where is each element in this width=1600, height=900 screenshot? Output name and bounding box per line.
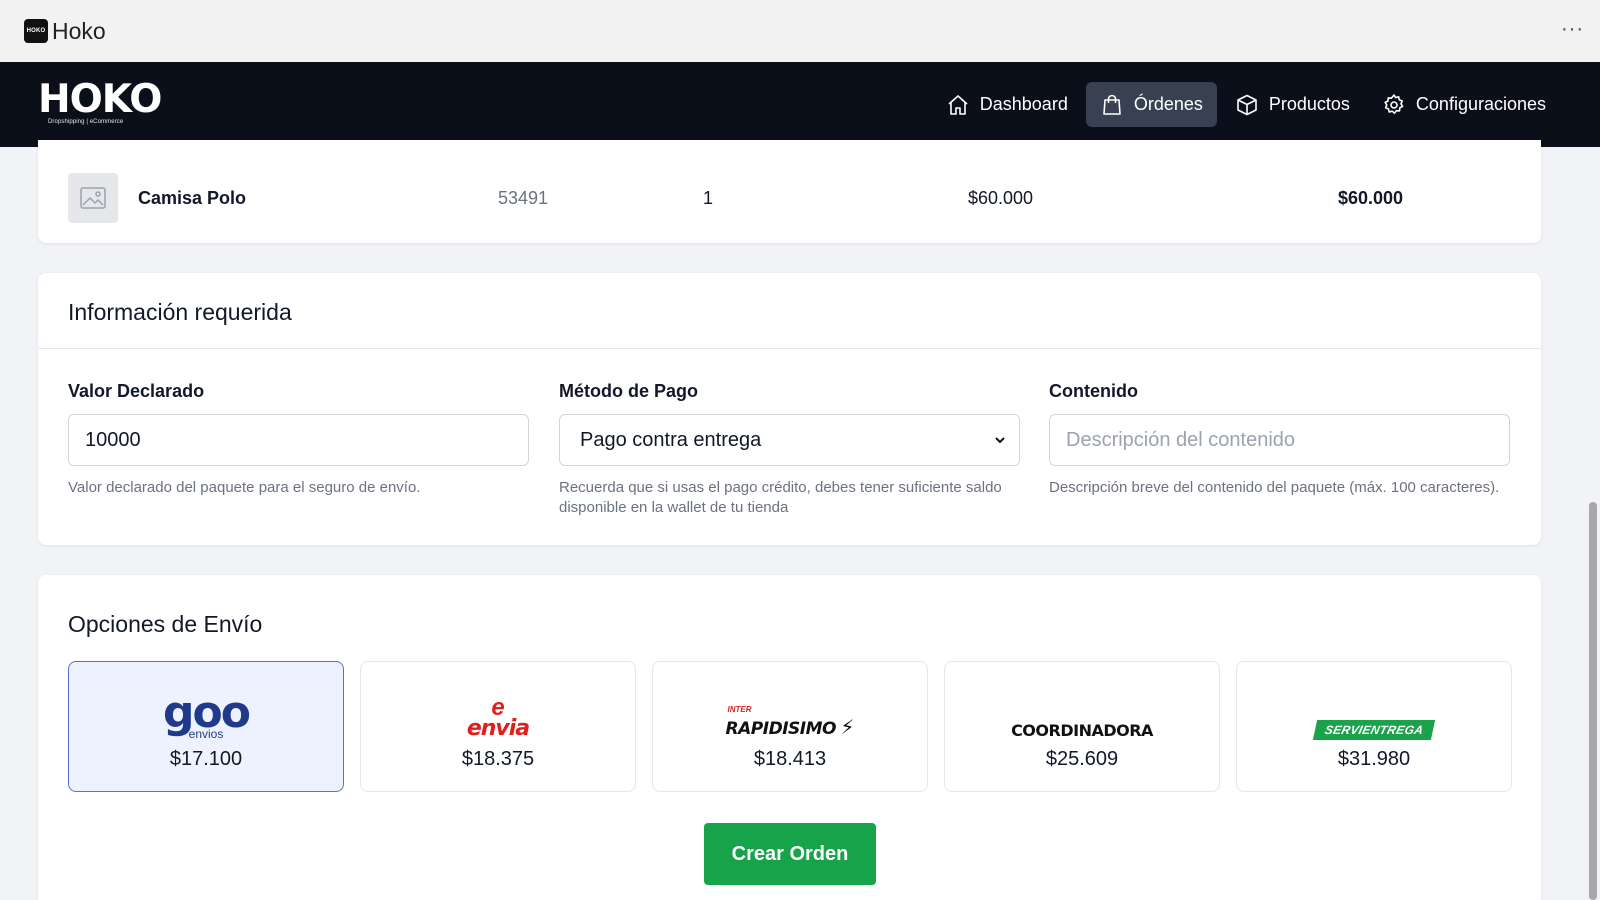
scrollbar-thumb[interactable]	[1589, 502, 1597, 900]
envia-logo: e envia	[466, 694, 530, 741]
coordinadora-logo-text: COORDINADORA	[1011, 721, 1153, 740]
carrier-price: $25.609	[1045, 748, 1119, 770]
product-name: Camisa Polo	[138, 188, 247, 208]
content-field: Contenido Descripción del contenido Desc…	[1049, 381, 1510, 498]
image-placeholder-icon	[68, 173, 118, 223]
product-quantity: 1	[703, 188, 714, 208]
goo-logo-text: goo	[163, 687, 251, 738]
carrier-price: $17.100	[169, 748, 243, 770]
required-info-card: Información requerida Valor Declarado 10…	[38, 273, 1541, 545]
nav-productos-label: Productos	[1268, 94, 1350, 114]
carrier-option-goo[interactable]: goo envios $17.100	[68, 661, 344, 792]
order-products-card: Camisa Polo 53491 1 $60.000 $60.000	[38, 140, 1541, 243]
content-help: Descripción breve del contenido del paqu…	[1049, 479, 1500, 496]
product-total: $60.000	[1338, 188, 1404, 208]
carrier-price: $18.375	[461, 748, 535, 770]
app-icon: HOKO	[24, 19, 48, 43]
nav-dashboard-label: Dashboard	[979, 94, 1068, 114]
shopping-bag-icon	[1103, 94, 1121, 115]
inter-rapidisimo-logo: INTER RAPIDISIMO ⚡	[725, 705, 855, 739]
coordinadora-logo: COORDINADORA	[1011, 678, 1153, 748]
payment-method-field: Método de Pago Pago contra entrega Recue…	[559, 381, 1020, 518]
envia-logo-text: envia	[466, 716, 530, 741]
shipping-options-title: Opciones de Envío	[68, 611, 263, 637]
nav-ordenes[interactable]: Órdenes	[1085, 82, 1217, 127]
window-titlebar: HOKO Hoko ···	[0, 0, 1600, 62]
carrier-option-coordinadora[interactable]: COORDINADORA $25.609	[944, 661, 1220, 792]
goo-envios-logo: goo envios	[163, 678, 251, 748]
carrier-option-rapidisimo[interactable]: INTER RAPIDISIMO ⚡ $18.413	[652, 661, 928, 792]
nav-productos[interactable]: Productos	[1221, 82, 1364, 127]
carrier-price: $18.413	[753, 748, 827, 770]
hoko-logo[interactable]: HOKO Dropshipping | eCommerce	[38, 77, 162, 128]
carrier-option-envia[interactable]: e envia $18.375	[360, 661, 636, 792]
declared-value-field: Valor Declarado 10000 Valor declarado de…	[68, 381, 529, 498]
product-unit-price: $60.000	[968, 188, 1034, 208]
create-order-button[interactable]: Crear Orden	[704, 823, 876, 885]
required-info-title: Información requerida	[38, 273, 1541, 349]
servientrega-logo-text: SERVIENTREGA	[1312, 720, 1436, 740]
carrier-list: goo envios $17.100 e envia $18.375 INTER…	[68, 661, 1512, 792]
payment-method-help: Recuerda que si usas el pago crédito, de…	[559, 479, 1002, 516]
nav-configuraciones[interactable]: Configuraciones	[1368, 82, 1560, 127]
home-icon	[948, 94, 968, 115]
rapidisimo-logo-text: RAPIDISIMO	[725, 719, 837, 739]
box-icon	[1237, 94, 1257, 115]
nav-configuraciones-label: Configuraciones	[1415, 94, 1546, 114]
rapidisimo-logo-sub: INTER	[727, 705, 752, 714]
shipping-options-card: Opciones de Envío goo envios $17.100 e e…	[38, 575, 1541, 900]
payment-method-select[interactable]: Pago contra entrega	[559, 414, 1020, 466]
declared-value-help: Valor declarado del paquete para el segu…	[68, 479, 421, 496]
top-navbar: HOKO Dropshipping | eCommerce Dashboard …	[0, 62, 1600, 147]
content-input[interactable]: Descripción del contenido	[1049, 414, 1510, 466]
servientrega-logo: SERVIENTREGA	[1312, 678, 1436, 748]
payment-method-label: Método de Pago	[559, 381, 698, 401]
payment-method-selected: Pago contra entrega	[580, 428, 762, 451]
carrier-option-servientrega[interactable]: SERVIENTREGA $31.980	[1236, 661, 1512, 792]
gear-icon	[1384, 93, 1404, 114]
window-title: Hoko	[52, 17, 106, 44]
more-options-button[interactable]: ···	[1561, 18, 1584, 41]
declared-value-input[interactable]: 10000	[68, 414, 529, 466]
product-sku: 53491	[498, 188, 549, 208]
carrier-price: $31.980	[1337, 748, 1411, 770]
logo-wordmark: HOKO	[38, 77, 162, 122]
product-row: Camisa Polo 53491 1 $60.000 $60.000	[68, 173, 1508, 223]
declared-value-label: Valor Declarado	[68, 381, 205, 401]
main-nav: Dashboard Órdenes Productos Configuracio…	[932, 82, 1560, 127]
content-label: Contenido	[1049, 381, 1138, 401]
nav-ordenes-label: Órdenes	[1133, 94, 1203, 114]
nav-dashboard[interactable]: Dashboard	[932, 82, 1082, 127]
page-scrollbar[interactable]	[1584, 147, 1600, 900]
chevron-down-icon	[995, 437, 1005, 444]
